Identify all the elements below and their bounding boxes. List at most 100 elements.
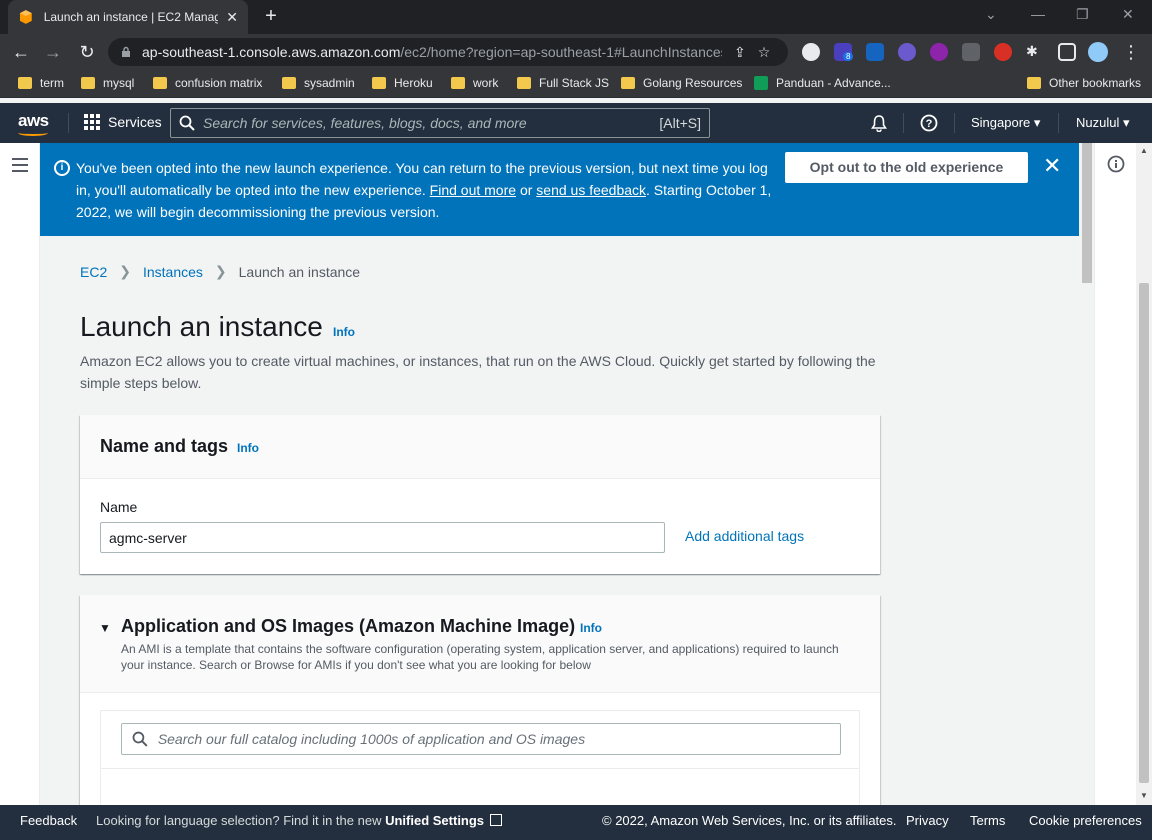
close-icon[interactable]: ✕ <box>1043 155 1061 177</box>
window-close-icon[interactable]: ✕ <box>1122 6 1134 23</box>
folder-icon <box>372 77 386 89</box>
folder-icon <box>517 77 531 89</box>
find-out-more-link[interactable]: Find out more <box>430 182 516 198</box>
puzzle-icon[interactable]: ✱ <box>1026 43 1044 61</box>
ami-search-input[interactable] <box>157 731 830 747</box>
send-feedback-link[interactable]: send us feedback <box>536 182 646 198</box>
region-selector[interactable]: Singapore ▾ <box>971 115 1040 131</box>
tab-title: Launch an instance | EC2 Management Cons… <box>43 10 219 24</box>
help-rail <box>1094 143 1136 805</box>
back-icon[interactable]: ← <box>10 41 32 63</box>
name-tags-info-link[interactable]: Info <box>237 441 259 455</box>
bookmark-full-stack-js[interactable]: Full Stack JS <box>517 76 609 90</box>
aws-smile-icon <box>18 130 48 136</box>
ami-search-box[interactable] <box>121 723 841 755</box>
bookmark-sysadmin[interactable]: sysadmin <box>282 76 355 90</box>
bookmark-panduan[interactable]: Panduan - Advance... <box>754 76 891 90</box>
restore-icon[interactable]: ❐ <box>1076 6 1089 23</box>
new-tab-icon[interactable]: + <box>260 5 282 28</box>
content-scrollbar[interactable] <box>1080 143 1094 805</box>
services-menu[interactable]: Services <box>84 114 162 130</box>
ami-info-link[interactable]: Info <box>580 621 602 635</box>
extension-icon-7[interactable] <box>994 43 1012 61</box>
browser-tab[interactable]: Launch an instance | EC2 Management Cons… <box>8 0 248 34</box>
name-input[interactable] <box>100 522 665 553</box>
console-footer: Feedback Looking for language selection?… <box>0 805 1152 840</box>
scrollbar-thumb[interactable] <box>1139 283 1149 783</box>
ami-description: An AMI is a template that contains the s… <box>121 642 839 672</box>
extension-icon-2[interactable]: 8 <box>834 43 854 61</box>
bookmark-other[interactable]: Other bookmarks <box>1027 76 1141 90</box>
bookmark-confusion-matrix[interactable]: confusion matrix <box>153 76 262 90</box>
address-bar[interactable]: ap-southeast-1.console.aws.amazon.com/ec… <box>108 38 788 66</box>
bookmark-star-icon[interactable]: ☆ <box>758 44 771 61</box>
aws-cube-icon <box>19 10 32 24</box>
terms-link[interactable]: Terms <box>970 813 1005 828</box>
aws-logo[interactable]: aws <box>18 111 49 131</box>
bookmark-heroku[interactable]: Heroku <box>372 76 433 90</box>
bookmark-golang-resources[interactable]: Golang Resources <box>621 76 742 90</box>
page-title: Launch an instance <box>80 311 323 342</box>
bell-icon[interactable] <box>870 114 888 137</box>
extension-icon-5[interactable] <box>930 43 948 61</box>
svg-text:?: ? <box>926 118 933 130</box>
extension-icon-3[interactable] <box>866 43 884 61</box>
folder-icon <box>282 77 296 89</box>
page-description: Amazon EC2 allows you to create virtual … <box>80 353 876 391</box>
extension-icon-1[interactable] <box>802 43 820 61</box>
browser-toolbar: ← → ↻ ap-southeast-1.console.aws.amazon.… <box>0 34 1152 70</box>
chevron-right-icon: ❯ <box>214 263 227 279</box>
cookie-preferences-link[interactable]: Cookie preferences <box>1029 813 1142 828</box>
aws-top-nav: aws Services [Alt+S] ? Singapore ▾ Nuzul… <box>0 103 1152 143</box>
avatar[interactable] <box>1088 42 1108 62</box>
extension-icon-6[interactable] <box>962 43 980 61</box>
bookmark-work[interactable]: work <box>451 76 498 90</box>
account-menu[interactable]: Nuzulul ▾ <box>1076 115 1130 131</box>
caret-down-icon[interactable]: ▼ <box>99 621 111 635</box>
page-scrollbar[interactable]: ▲ ▼ <box>1136 143 1152 805</box>
language-hint: Looking for language selection? Find it … <box>96 813 502 828</box>
url-text: ap-southeast-1.console.aws.amazon.com/ec… <box>142 44 722 60</box>
bookmark-term[interactable]: term <box>18 76 64 90</box>
opt-out-button[interactable]: Opt out to the old experience <box>785 152 1028 183</box>
tab-close-icon[interactable]: ✕ <box>226 9 238 26</box>
reload-icon[interactable]: ↻ <box>76 41 98 63</box>
forward-icon[interactable]: → <box>42 41 64 63</box>
hamburger-icon[interactable] <box>12 158 28 176</box>
scroll-down-icon[interactable]: ▼ <box>1140 791 1148 800</box>
privacy-link[interactable]: Privacy <box>906 813 949 828</box>
flash-banner: i You've been opted into the new launch … <box>40 143 1079 236</box>
divider <box>903 113 904 133</box>
panel-title[interactable]: Application and OS Images (Amazon Machin… <box>121 616 575 637</box>
main-content: EC2 ❯ Instances ❯ Launch an instance Lau… <box>40 236 1079 805</box>
breadcrumb-ec2[interactable]: EC2 <box>80 264 107 280</box>
ami-panel: ▼ Application and OS Images (Amazon Mach… <box>80 595 880 805</box>
feedback-link[interactable]: Feedback <box>20 813 77 828</box>
unified-settings-link[interactable]: Unified Settings <box>385 813 484 828</box>
tab-search-icon[interactable]: ⌄ <box>985 6 997 23</box>
breadcrumb: EC2 ❯ Instances ❯ Launch an instance <box>80 263 360 280</box>
page-info-link[interactable]: Info <box>333 325 355 339</box>
bookmark-mysql[interactable]: mysql <box>81 76 134 90</box>
menu-icon[interactable]: ⋮ <box>1120 41 1142 63</box>
folder-icon <box>153 77 167 89</box>
help-icon[interactable]: ? <box>920 114 938 137</box>
extension-icon-4[interactable] <box>898 43 916 61</box>
folder-icon <box>1027 77 1041 89</box>
minimize-icon[interactable]: — <box>1031 6 1045 22</box>
aws-search-box[interactable]: [Alt+S] <box>170 108 710 138</box>
info-circle-icon[interactable] <box>1107 155 1125 173</box>
divider <box>954 113 955 133</box>
side-panel-icon[interactable] <box>1058 43 1076 61</box>
scrollbar-thumb[interactable] <box>1082 143 1092 283</box>
aws-search-input[interactable] <box>203 115 653 131</box>
breadcrumb-current: Launch an instance <box>238 263 361 280</box>
share-icon[interactable]: ⇪ <box>734 44 746 61</box>
lock-icon <box>122 46 130 57</box>
breadcrumb-instances[interactable]: Instances <box>143 264 203 280</box>
name-label: Name <box>100 499 138 515</box>
search-icon <box>132 731 148 747</box>
add-tags-link[interactable]: Add additional tags <box>685 528 804 544</box>
scroll-up-icon[interactable]: ▲ <box>1140 146 1148 155</box>
extension-badge: 8 <box>843 52 854 61</box>
